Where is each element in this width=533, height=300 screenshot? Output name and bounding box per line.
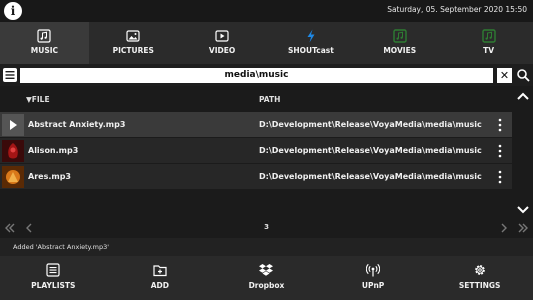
add-folder-icon: [153, 265, 167, 277]
tab-label: SHOUTcast: [287, 46, 334, 55]
bottom-toolbar: PLAYLISTS ADD Dropbox UPnP SETTINGS: [0, 256, 533, 300]
date-time: Saturday, 05. September 2020 15:50: [387, 5, 527, 14]
album-art-icon: [2, 166, 24, 188]
pictures-icon: [126, 30, 140, 42]
status-message: Added 'Abstract Anxiety.mp3': [13, 243, 110, 251]
table-row[interactable]: Ares.mp3 D:\Development\Release\VoyaMedi…: [0, 164, 512, 190]
close-icon[interactable]: ✕: [497, 68, 512, 83]
file-path: D:\Development\Release\VoyaMedia\media\m…: [259, 172, 482, 181]
more-options-icon[interactable]: [496, 170, 504, 184]
settings-button[interactable]: SETTINGS: [426, 256, 533, 300]
column-header-file[interactable]: ▼FILE: [26, 95, 50, 104]
toolbar-label: UPnP: [361, 281, 385, 290]
toolbar-label: Dropbox: [248, 281, 285, 290]
tv-icon: [481, 29, 496, 43]
file-name: Alison.mp3: [28, 146, 79, 155]
playlist-icon: [46, 263, 60, 277]
toolbar-label: PLAYLISTS: [31, 281, 76, 290]
file-name: Ares.mp3: [28, 172, 71, 181]
search-icon[interactable]: [516, 68, 530, 82]
file-list: Abstract Anxiety.mp3 D:\Development\Rele…: [0, 112, 512, 190]
tab-label: MOVIES: [383, 46, 417, 55]
add-button[interactable]: ADD: [107, 256, 214, 300]
gear-icon: [474, 265, 485, 275]
playlist-icon[interactable]: [2, 67, 18, 83]
scroll-up-icon[interactable]: [514, 88, 532, 106]
movies-icon: [393, 29, 407, 43]
top-bar: i Saturday, 05. September 2020 15:50: [0, 0, 533, 22]
play-icon: [2, 114, 24, 136]
dropbox-button[interactable]: Dropbox: [213, 256, 320, 300]
next-page-icon[interactable]: [497, 221, 511, 235]
media-tabs: MUSIC PICTURES VIDEO SHOUTcast MOVIES TV: [0, 22, 533, 64]
pagination: 3: [0, 220, 533, 236]
more-options-icon[interactable]: [496, 118, 504, 132]
tab-label: VIDEO: [208, 46, 236, 55]
tab-movies[interactable]: MOVIES: [355, 22, 444, 64]
upnp-button[interactable]: UPnP: [320, 256, 427, 300]
tab-tv[interactable]: TV: [444, 22, 533, 64]
toolbar-label: ADD: [150, 281, 170, 290]
playlists-button[interactable]: PLAYLISTS: [0, 256, 107, 300]
table-header: ▼FILE PATH: [0, 88, 512, 110]
scroll-down-icon[interactable]: [514, 200, 532, 218]
page-number: 3: [264, 223, 269, 231]
status-bar: Added 'Abstract Anxiety.mp3': [0, 238, 533, 256]
tab-label: TV: [483, 46, 495, 55]
album-art-icon: [2, 140, 24, 162]
tab-label: MUSIC: [30, 46, 59, 55]
file-path: D:\Development\Release\VoyaMedia\media\m…: [259, 120, 482, 129]
dropbox-icon: [259, 264, 274, 276]
toolbar-label: SETTINGS: [458, 281, 501, 290]
tab-music[interactable]: MUSIC: [0, 22, 89, 64]
path-input[interactable]: media\music: [20, 68, 493, 83]
table-row[interactable]: Alison.mp3 D:\Development\Release\VoyaMe…: [0, 138, 512, 164]
tab-video[interactable]: VIDEO: [178, 22, 267, 64]
video-icon: [215, 30, 229, 42]
table-row[interactable]: Abstract Anxiety.mp3 D:\Development\Rele…: [0, 112, 512, 138]
path-bar: media\music ✕: [0, 64, 533, 86]
music-icon: [37, 29, 52, 43]
tab-label: PICTURES: [112, 46, 154, 55]
column-header-path[interactable]: PATH: [259, 95, 280, 104]
file-name: Abstract Anxiety.mp3: [28, 120, 126, 129]
info-icon[interactable]: i: [4, 2, 22, 20]
more-options-icon[interactable]: [496, 144, 504, 158]
upnp-icon: [366, 263, 381, 277]
tab-pictures[interactable]: PICTURES: [89, 22, 178, 64]
last-page-icon[interactable]: [516, 221, 530, 235]
tab-shoutcast[interactable]: SHOUTcast: [266, 22, 355, 64]
shoutcast-icon: [307, 29, 315, 43]
file-path: D:\Development\Release\VoyaMedia\media\m…: [259, 146, 482, 155]
